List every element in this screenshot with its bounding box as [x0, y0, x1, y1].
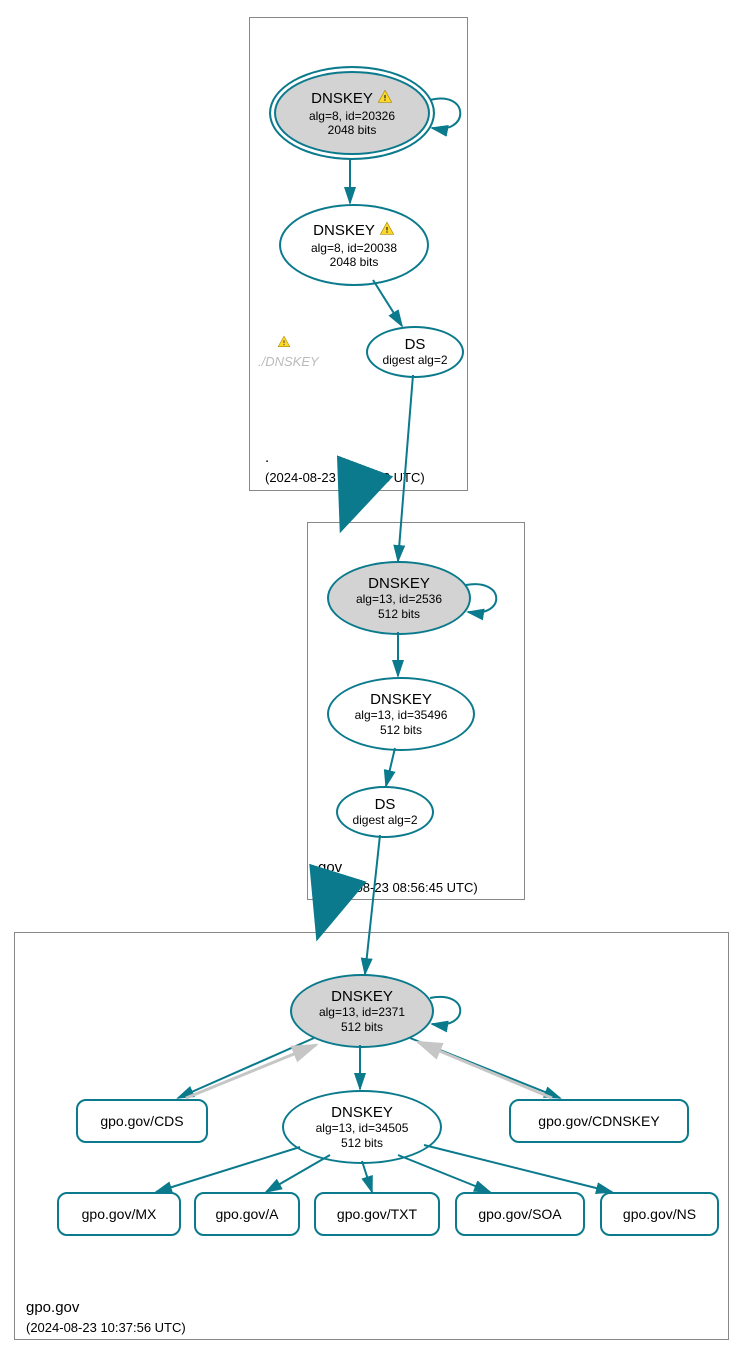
gpo-ksk-bits: 512 bits — [341, 1020, 383, 1034]
gpo-ksk-alg: alg=13, id=2371 — [319, 1005, 405, 1019]
warning-icon — [379, 221, 395, 241]
root-ksk-title: DNSKEY — [311, 90, 373, 107]
gov-ksk-dnskey[interactable]: DNSKEY alg=13, id=2536 512 bits — [327, 561, 471, 635]
gpo-zsk-alg: alg=13, id=34505 — [316, 1121, 409, 1135]
gpo-cdnskey-label: gpo.gov/CDNSKEY — [538, 1113, 659, 1129]
root-zsk-title: DNSKEY — [313, 222, 375, 239]
gpo-cds-record[interactable]: gpo.gov/CDS — [76, 1099, 208, 1143]
gpo-ksk-dnskey[interactable]: DNSKEY alg=13, id=2371 512 bits — [290, 974, 434, 1048]
root-zsk-dnskey[interactable]: DNSKEY alg=8, id=20038 2048 bits — [279, 204, 429, 286]
gpo-ns-label: gpo.gov/NS — [623, 1206, 696, 1222]
root-zsk-alg: alg=8, id=20038 — [311, 241, 397, 255]
gov-zsk-alg: alg=13, id=35496 — [355, 708, 448, 722]
zone-gpo-ts: (2024-08-23 10:37:56 UTC) — [26, 1320, 186, 1335]
gov-ds[interactable]: DS digest alg=2 — [336, 786, 434, 838]
gpo-a-record[interactable]: gpo.gov/A — [194, 1192, 300, 1236]
zone-root-name: . — [265, 449, 269, 466]
root-ds-alg: digest alg=2 — [382, 353, 447, 367]
gpo-cds-label: gpo.gov/CDS — [100, 1113, 183, 1129]
warning-icon — [377, 89, 393, 109]
gpo-a-label: gpo.gov/A — [215, 1206, 278, 1222]
root-ds-title: DS — [405, 336, 426, 353]
root-ksk-bits: 2048 bits — [328, 123, 377, 137]
gov-ksk-bits: 512 bits — [378, 607, 420, 621]
gov-ds-alg: digest alg=2 — [352, 813, 417, 827]
root-ds[interactable]: DS digest alg=2 — [366, 326, 464, 378]
root-ksk-dnskey[interactable]: DNSKEY alg=8, id=20326 2048 bits — [269, 66, 435, 160]
gpo-soa-record[interactable]: gpo.gov/SOA — [455, 1192, 585, 1236]
gpo-zsk-bits: 512 bits — [341, 1136, 383, 1150]
gpo-zsk-title: DNSKEY — [331, 1104, 393, 1121]
zone-gpo-label: gpo.gov (2024-08-23 10:37:56 UTC) — [26, 1298, 186, 1337]
warning-icon — [277, 335, 291, 352]
gpo-txt-label: gpo.gov/TXT — [337, 1206, 417, 1222]
gpo-zsk-dnskey[interactable]: DNSKEY alg=13, id=34505 512 bits — [282, 1090, 442, 1164]
zone-gov-ts: (2024-08-23 08:56:45 UTC) — [318, 880, 478, 895]
gov-zsk-bits: 512 bits — [380, 723, 422, 737]
gov-zsk-title: DNSKEY — [370, 691, 432, 708]
zone-root-label: . (2024-08-23 06:40:13 UTC) — [265, 448, 425, 487]
gpo-mx-label: gpo.gov/MX — [82, 1206, 157, 1222]
gov-ds-title: DS — [375, 796, 396, 813]
gov-ksk-title: DNSKEY — [368, 575, 430, 592]
gpo-soa-label: gpo.gov/SOA — [478, 1206, 561, 1222]
root-faded-dnskey-text: ./DNSKEY — [258, 354, 319, 369]
gpo-ns-record[interactable]: gpo.gov/NS — [600, 1192, 719, 1236]
gov-ksk-alg: alg=13, id=2536 — [356, 592, 442, 606]
gpo-cdnskey-record[interactable]: gpo.gov/CDNSKEY — [509, 1099, 689, 1143]
root-zsk-bits: 2048 bits — [330, 255, 379, 269]
gpo-ksk-title: DNSKEY — [331, 988, 393, 1005]
zone-root-ts: (2024-08-23 06:40:13 UTC) — [265, 470, 425, 485]
zone-gov-name: gov — [318, 859, 342, 876]
root-ksk-alg: alg=8, id=20326 — [309, 109, 395, 123]
zone-gpo-name: gpo.gov — [26, 1299, 79, 1316]
zone-gov-label: gov (2024-08-23 08:56:45 UTC) — [318, 858, 478, 897]
gov-zsk-dnskey[interactable]: DNSKEY alg=13, id=35496 512 bits — [327, 677, 475, 751]
gpo-mx-record[interactable]: gpo.gov/MX — [57, 1192, 181, 1236]
gpo-txt-record[interactable]: gpo.gov/TXT — [314, 1192, 440, 1236]
